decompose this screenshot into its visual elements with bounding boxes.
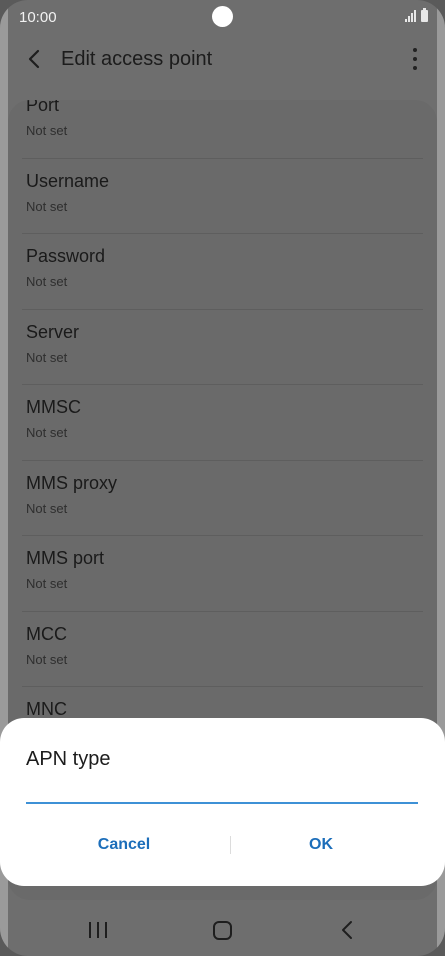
list-item-mmsc[interactable]: MMSC Not set — [22, 385, 423, 461]
list-item-title: MMS proxy — [26, 472, 118, 493]
list-item-value: Not set — [26, 349, 68, 365]
more-options-icon[interactable] — [411, 48, 419, 70]
list-item-port[interactable]: Port Not set — [22, 100, 423, 159]
dialog-actions: Cancel OK — [26, 830, 419, 860]
list-item-title: Server — [26, 321, 80, 342]
nav-back-icon[interactable] — [340, 920, 354, 940]
page-title: Edit access point — [61, 48, 213, 70]
cancel-button[interactable]: Cancel — [26, 830, 222, 860]
list-item-title: MMS port — [26, 548, 105, 568]
apn-type-dialog: APN type Cancel OK — [0, 718, 445, 886]
navigation-bar — [0, 904, 445, 956]
list-item-value: Not set — [26, 425, 68, 440]
list-item-value: Not set — [26, 651, 68, 667]
list-item-title: Username — [26, 170, 110, 191]
list-item-server[interactable]: Server Not set — [22, 310, 423, 385]
list-item-title: Port — [26, 100, 60, 115]
list-item-mms-port[interactable]: MMS port Not set — [22, 536, 423, 612]
list-item-value: Not set — [26, 274, 68, 289]
list-item-mms-proxy[interactable]: MMS proxy Not set — [22, 461, 423, 536]
list-item-value: Not set — [26, 123, 68, 138]
app-bar: Edit access point — [0, 36, 445, 84]
list-item-title: MNC — [26, 699, 67, 719]
list-item-title: MMSC — [26, 397, 81, 417]
battery-icon — [421, 8, 428, 22]
phone-screen: 10:00 Edit access point Port Not set Use… — [0, 0, 445, 956]
list-item-value: Not set — [26, 576, 68, 591]
list-item-mcc[interactable]: MCC Not set — [22, 612, 423, 687]
dialog-title: APN type — [26, 748, 111, 770]
list-item-title: Password — [26, 246, 106, 266]
list-item-username[interactable]: Username Not set — [22, 159, 423, 234]
list-item-password[interactable]: Password Not set — [22, 234, 423, 310]
recent-apps-icon[interactable] — [89, 922, 107, 938]
list-item-value: Not set — [26, 500, 68, 516]
list-item-value: Not set — [26, 198, 68, 214]
front-camera — [212, 6, 233, 27]
ok-button[interactable]: OK — [223, 830, 419, 860]
list-item-title: MCC — [26, 623, 67, 644]
status-bar: 10:00 — [0, 0, 445, 34]
status-time: 10:00 — [19, 9, 57, 26]
signal-icon — [405, 10, 416, 22]
status-icons — [405, 8, 428, 22]
home-icon[interactable] — [213, 921, 232, 940]
apn-type-input[interactable] — [26, 788, 418, 804]
back-arrow-icon[interactable] — [22, 46, 48, 72]
